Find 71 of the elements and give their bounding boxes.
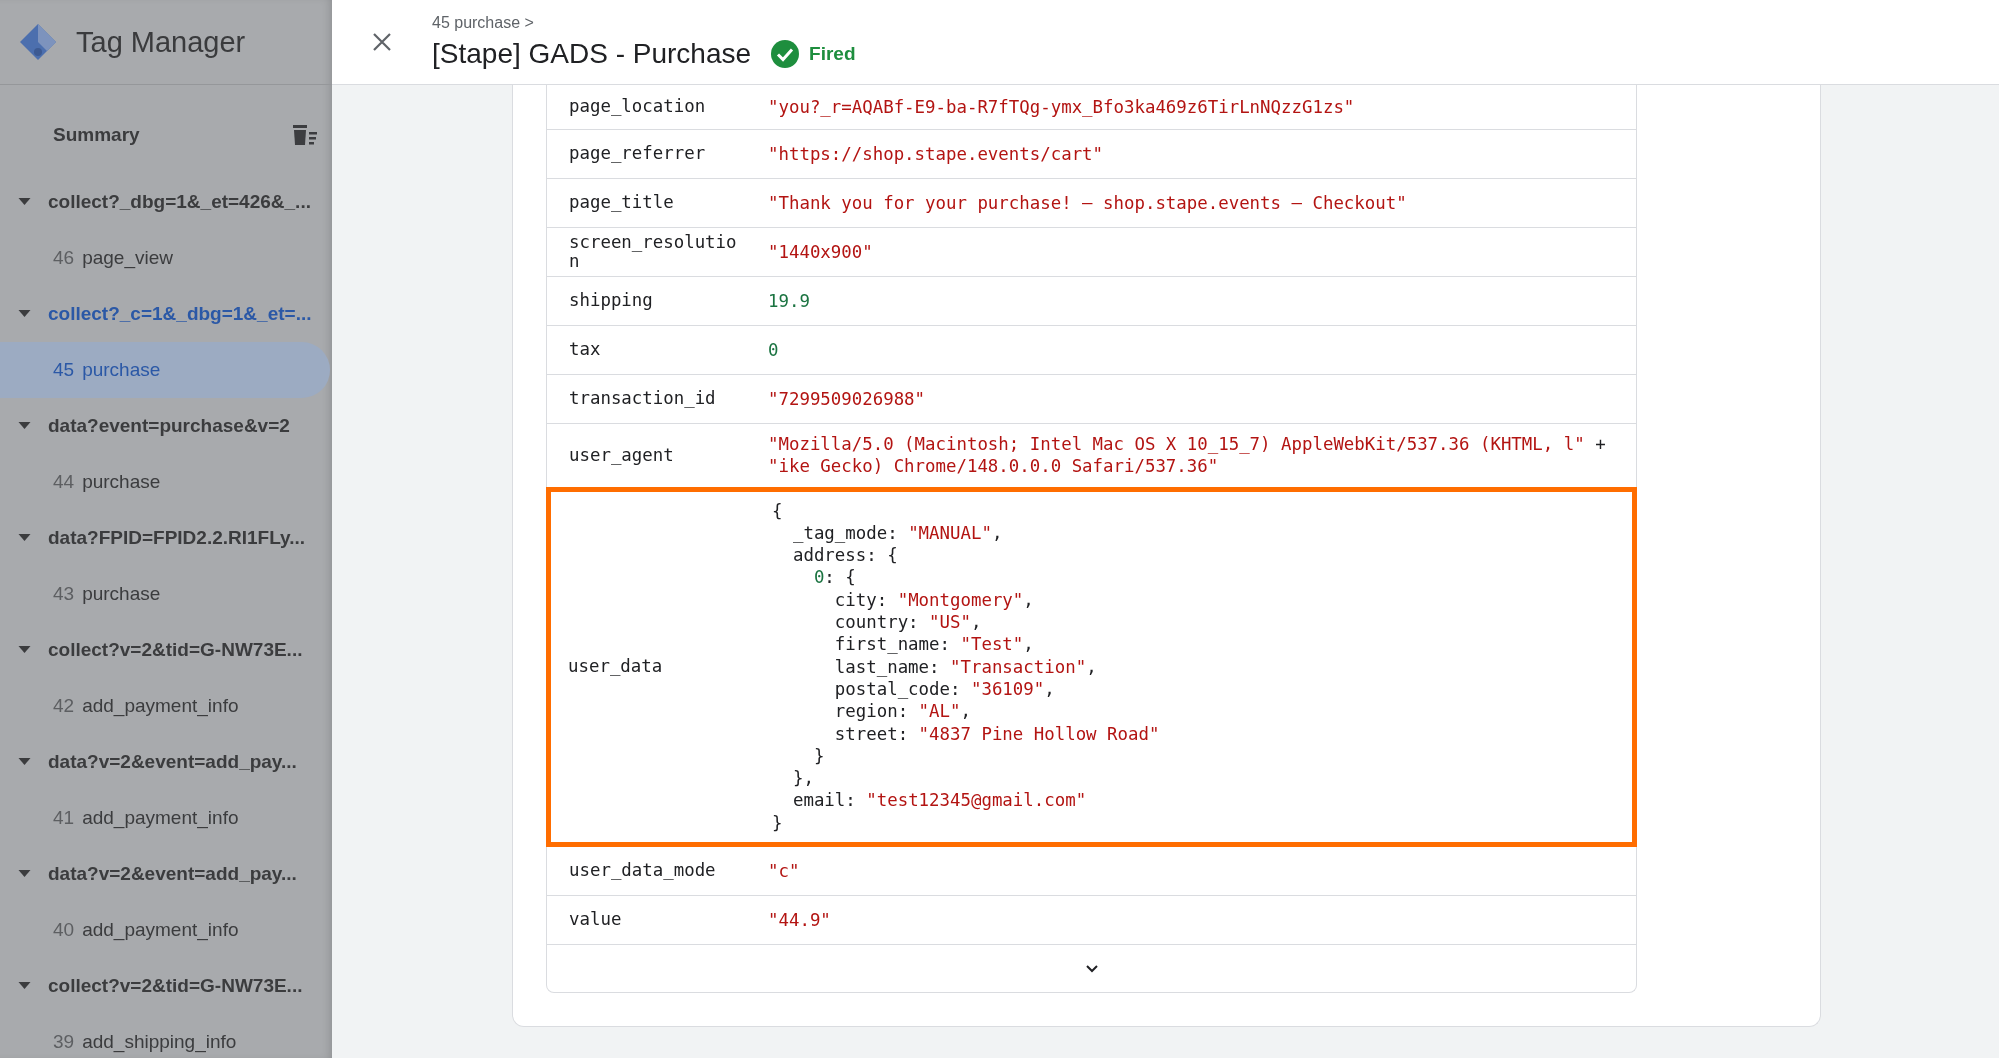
event-group[interactable]: collect?_c=1&_dbg=1&_et=... — [0, 286, 332, 342]
event-group[interactable]: data?FPID=FPID2.2.RI1FLy... — [0, 510, 332, 566]
code-line: first_name: "Test", — [833, 633, 1035, 656]
field-name: page_title — [568, 193, 675, 213]
breadcrumb-link[interactable]: 45 purchase > — [432, 14, 856, 32]
app-title: Tag Manager — [76, 25, 246, 59]
code-line: email: "test12345@gmail.com" — [791, 789, 1088, 812]
field-name: page_location — [568, 97, 707, 117]
caret-icon[interactable] — [18, 422, 31, 430]
field-value: "Thank you for your purchase! – shop.stape.events – Checkout" — [768, 191, 1408, 215]
code-line: region: "AL", — [833, 700, 972, 723]
event-group[interactable]: data?event=purchase&v=2 — [0, 398, 332, 454]
event-group[interactable]: data?v=2&event=add_pay... — [0, 846, 332, 902]
event-item[interactable]: 44 purchase — [0, 454, 330, 510]
field-value: "Mozilla/5.0 (Macintosh; Intel Mac OS X 10_15_7) AppleWebKit/537.36 (KHTML, l" + — [768, 433, 1607, 456]
check-circle-icon — [771, 40, 800, 68]
caret-icon[interactable] — [18, 310, 31, 318]
code-line: } — [812, 744, 826, 768]
field-value: "c" — [768, 859, 801, 883]
caret-icon[interactable] — [18, 870, 31, 878]
delete-list-icon[interactable] — [292, 124, 318, 146]
field-name: user_data_mode — [568, 861, 717, 881]
event-group[interactable]: collect?_dbg=1&_et=426&_... — [0, 174, 332, 230]
event-group[interactable]: collect?v=2&tid=G-NW73E... — [0, 958, 332, 1014]
field-name: user_agent — [568, 445, 675, 465]
code-line: address: { — [791, 544, 899, 567]
code-line: { — [772, 499, 784, 522]
field-value: "ike Gecko) Chrome/148.0.0.0 Safari/537.36" — [768, 455, 1220, 478]
caret-icon[interactable] — [18, 758, 31, 766]
code-line: country: "US", — [833, 611, 983, 634]
field-value: "1440x900" — [768, 240, 874, 264]
event-item[interactable]: 43 purchase — [0, 566, 330, 622]
event-item[interactable]: 40 add_payment_info — [0, 902, 330, 958]
chevron-down-icon[interactable] — [1085, 964, 1098, 973]
field-name: shipping — [568, 291, 654, 311]
diamond-logo-icon — [18, 22, 58, 62]
field-value: 0 — [768, 338, 780, 362]
field-name: screen_resolution — [568, 232, 738, 272]
caret-icon[interactable] — [18, 646, 31, 654]
code-line: street: "4837 Pine Hollow Road" — [833, 722, 1161, 745]
field-value: "https://shop.stape.events/cart" — [768, 142, 1105, 166]
code-line: }, — [791, 767, 815, 790]
code-line: _tag_mode: "MANUAL", — [791, 521, 1004, 545]
field-name: value — [568, 910, 623, 930]
code-line: city: "Montgomery", — [833, 588, 1035, 612]
field-name: user_data — [567, 657, 664, 677]
code-line: 0: { — [812, 566, 857, 589]
code-line: last_name: "Transaction", — [833, 655, 1098, 678]
tag-title: [Stape] GADS - Purchase — [432, 38, 752, 70]
field-name: page_referrer — [568, 144, 707, 164]
caret-icon[interactable] — [18, 534, 31, 542]
close-icon[interactable] — [372, 32, 392, 52]
code-line: } — [772, 811, 784, 835]
status-label: Fired — [809, 43, 856, 65]
event-item[interactable]: 42 add_payment_info — [0, 678, 330, 734]
event-item[interactable]: 45 purchase — [0, 342, 330, 398]
caret-icon[interactable] — [18, 198, 31, 206]
event-item[interactable]: 39 add_shipping_info — [0, 1014, 330, 1058]
field-value: "44.9" — [768, 908, 832, 932]
field-value: "7299509026988" — [768, 387, 927, 411]
field-value: "you?_r=AQABf-E9-ba-R7fTQg-ymx_Bfo3ka469z6TirLnNQzzG1zs" — [768, 95, 1356, 119]
event-item[interactable]: 41 add_payment_info — [0, 790, 330, 846]
event-item[interactable]: 46 page_view — [0, 230, 330, 286]
field-name: tax — [568, 340, 602, 360]
code-line: postal_code: "36109", — [833, 677, 1056, 701]
summary-link[interactable]: Summary — [53, 124, 140, 146]
event-group[interactable]: data?v=2&event=add_pay... — [0, 734, 332, 790]
field-value: 19.9 — [768, 289, 811, 313]
caret-icon[interactable] — [18, 982, 31, 990]
field-name: transaction_id — [568, 389, 717, 409]
event-group[interactable]: collect?v=2&tid=G-NW73E... — [0, 622, 332, 678]
